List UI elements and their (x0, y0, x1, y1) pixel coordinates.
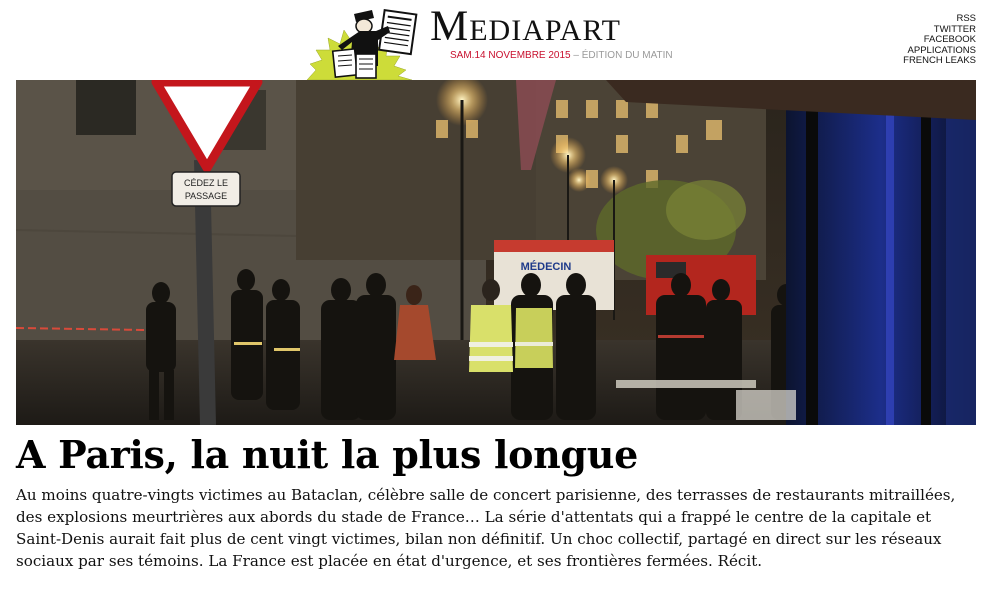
rss-link[interactable]: RSS (903, 13, 976, 25)
edition-date: SAM.14 NOVEMBRE 2015 (450, 50, 571, 61)
ambulance-sign: MÉDECIN (521, 260, 572, 273)
edition-separator: – (573, 50, 579, 61)
masthead: Mediapart SAM.14 NOVEMBRE 2015 – ÉDITION… (0, 0, 995, 81)
mediapart-mascot-logo[interactable] (302, 4, 420, 81)
night-street-scene-image: MÉDECIN CÉDEZ LE PASSAGE (16, 80, 976, 425)
edition-line: SAM.14 NOVEMBRE 2015 – ÉDITION DU MATIN (450, 50, 673, 62)
hero-photo[interactable]: MÉDECIN CÉDEZ LE PASSAGE (16, 80, 976, 425)
french-leaks-link[interactable]: FRENCH LEAKS (903, 56, 976, 67)
edition-name: ÉDITION DU MATIN (581, 50, 673, 61)
road-sign-line1: CÉDEZ LE (184, 178, 228, 188)
article-headline[interactable]: A Paris, la nuit la plus longue (16, 430, 638, 480)
mediapart-wordmark[interactable]: Mediapart (430, 4, 621, 50)
article-lead: Au moins quatre-vingts victimes au Batac… (16, 486, 956, 570)
newspaper-crier-icon (306, 8, 418, 81)
road-sign-line2: PASSAGE (185, 191, 227, 201)
logo-text: Mediapart (430, 3, 622, 50)
top-links-nav: RSS TWITTER FACEBOOK APPLICATIONS FRENCH… (903, 13, 976, 67)
